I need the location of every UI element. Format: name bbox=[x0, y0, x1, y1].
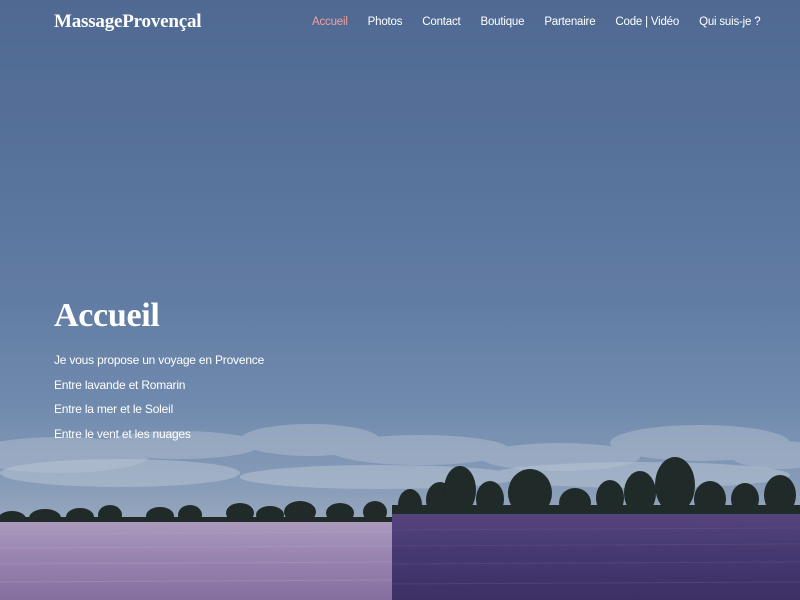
nav-item-accueil: Accueil bbox=[302, 16, 358, 28]
nav-link-contact[interactable]: Contact bbox=[412, 16, 470, 28]
page-title: Accueil bbox=[54, 297, 160, 334]
hero-line: Entre lavande et Romarin bbox=[54, 377, 186, 392]
hero-line: Entre la mer et le Soleil bbox=[54, 402, 174, 417]
nav-item-code-video: Code | Vidéo bbox=[605, 16, 689, 28]
nav-link-accueil[interactable]: Accueil bbox=[302, 16, 358, 28]
navbar: MassageProvençal Accueil Photos Contact … bbox=[0, 0, 800, 46]
nav-link-photos[interactable]: Photos bbox=[358, 16, 413, 28]
nav-link-code-video[interactable]: Code | Vidéo bbox=[605, 16, 689, 28]
nav-link-boutique[interactable]: Boutique bbox=[471, 16, 535, 28]
nav-menu: Accueil Photos Contact Boutique Partenai… bbox=[302, 16, 770, 28]
nav-item-boutique: Boutique bbox=[471, 16, 535, 28]
nav-item-qui-suis-je: Qui suis-je ? bbox=[689, 16, 770, 28]
nav-link-partenaire[interactable]: Partenaire bbox=[534, 16, 605, 28]
nav-item-partenaire: Partenaire bbox=[534, 16, 605, 28]
hero-line: Entre le vent et les nuages bbox=[54, 427, 191, 442]
nav-item-contact: Contact bbox=[412, 16, 470, 28]
nav-link-qui-suis-je[interactable]: Qui suis-je ? bbox=[689, 16, 770, 28]
nav-item-photos: Photos bbox=[358, 16, 413, 28]
hero-line: Je vous propose un voyage en Provence bbox=[54, 353, 265, 367]
hero-text: Je vous propose un voyage en Provence En… bbox=[54, 348, 454, 447]
hero-section: Accueil Je vous propose un voyage en Pro… bbox=[54, 296, 454, 447]
brand-logo[interactable]: MassageProvençal bbox=[54, 11, 202, 33]
